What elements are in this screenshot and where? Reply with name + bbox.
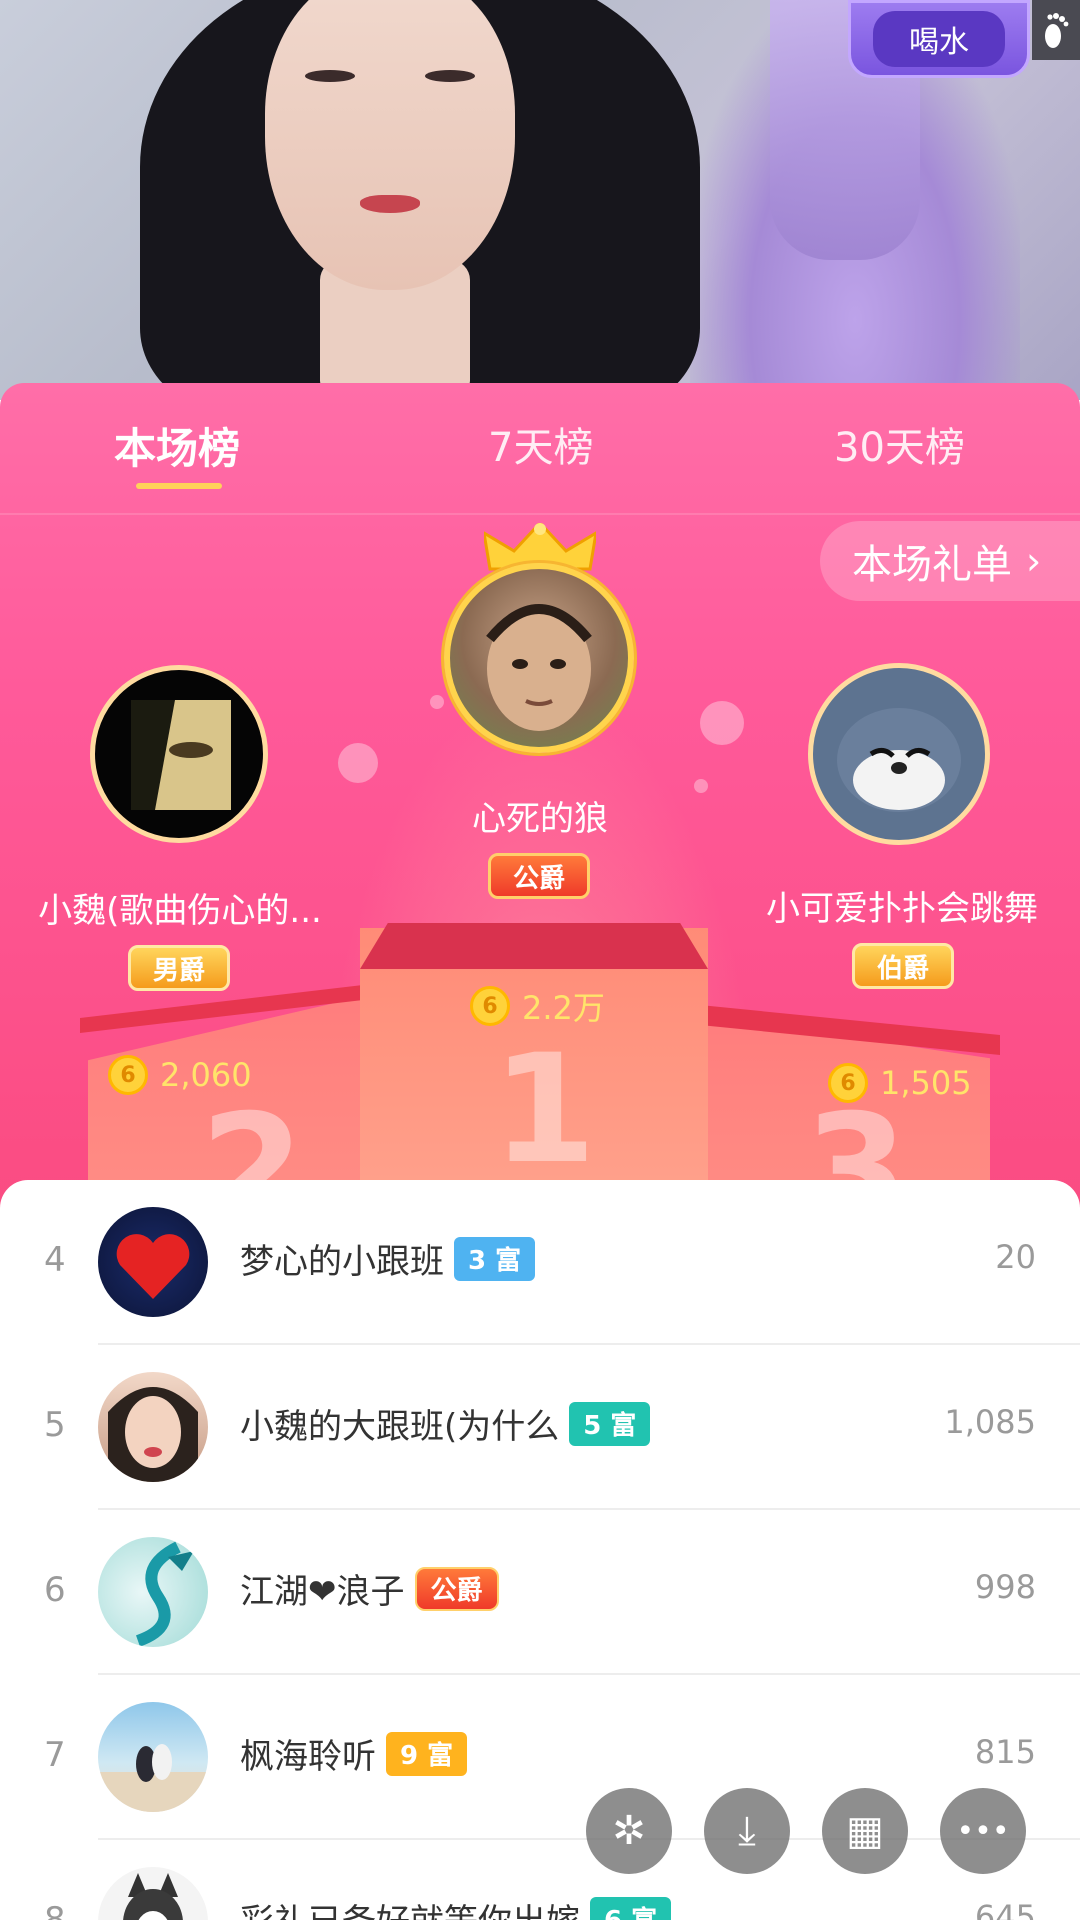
row-rank: 5 (44, 1405, 66, 1445)
row-score: 815 (974, 1733, 1036, 1771)
row-name: 彩礼已备好就等你出嫁 (240, 1894, 580, 1920)
second-place-avatar[interactable] (90, 665, 268, 843)
row-avatar[interactable] (98, 1537, 208, 1647)
coin-icon: 6 (470, 986, 510, 1026)
row-name-wrap: 梦心的小跟班 3 富 (240, 1234, 536, 1283)
first-place-avatar-art (486, 604, 592, 731)
download-icon: ⤓ (738, 1808, 756, 1854)
third-place-coins: 6 1,505 (828, 1063, 972, 1103)
row-rank: 8 (44, 1900, 66, 1920)
grid-icon: ▦ (846, 1808, 884, 1854)
footprint-icon[interactable] (1032, 0, 1080, 60)
second-place-avatar-art (131, 700, 231, 810)
row-avatar[interactable] (98, 1372, 208, 1482)
first-place-coin-value: 2.2万 (522, 989, 605, 1027)
share-icon: ✲ (612, 1808, 646, 1854)
gift-list-label: 本场礼单 (852, 542, 1012, 588)
water-button-label: 喝水 (873, 11, 1005, 67)
first-place-name: 心死的狼 (472, 799, 608, 839)
list-item[interactable]: 8 彩礼已备好就等你出嫁 6 富 645 (0, 1840, 1080, 1920)
second-place-name: 小魏(歌曲伤心的... (38, 891, 322, 931)
gift-list-button[interactable]: 本场礼单 › (820, 521, 1080, 601)
dragon-avatar-art (135, 1541, 194, 1647)
title-badge-tag: 公爵 (414, 1566, 499, 1611)
podium-first-top (360, 923, 708, 969)
beach-avatar-art (98, 1744, 208, 1812)
sparkle (430, 695, 444, 709)
list-item[interactable]: 7 枫海聆听 9 富 815 (0, 1675, 1080, 1840)
row-rank: 4 (44, 1240, 66, 1280)
row-score: 1,085 (944, 1403, 1036, 1441)
third-place-title-badge: 伯爵 (852, 943, 955, 989)
tab-30-days[interactable]: 30天榜 (834, 415, 965, 473)
share-button[interactable]: ✲ (586, 1788, 672, 1874)
more-button[interactable]: ••• (940, 1788, 1026, 1874)
row-name: 梦心的小跟班 (240, 1242, 444, 1282)
third-place-name: 小可爱扑扑会跳舞 (766, 889, 1038, 929)
heart-avatar-art (116, 1234, 190, 1299)
list-item[interactable]: 4 梦心的小跟班 3 富 20 (0, 1180, 1080, 1345)
first-place-title-badge: 公爵 (488, 853, 591, 899)
row-name: 江湖❤浪子 (240, 1572, 405, 1612)
row-name-wrap: 小魏的大跟班(为什么 5 富 (240, 1399, 651, 1448)
first-place-coins: 6 2.2万 (470, 983, 605, 1029)
more-icon: ••• (956, 1813, 1010, 1849)
row-name-wrap: 江湖❤浪子 公爵 (240, 1564, 499, 1613)
row-score: 998 (974, 1568, 1036, 1606)
row-avatar[interactable] (98, 1867, 208, 1920)
third-place-coin-value: 1,505 (880, 1064, 972, 1102)
wealth-level-tag: 9 富 (386, 1731, 468, 1776)
footprint-svg (1045, 13, 1069, 48)
streamer-lips (360, 195, 420, 213)
wealth-level-tag: 3 富 (454, 1236, 536, 1281)
sparkle (700, 701, 744, 745)
streamer-face (265, 0, 515, 290)
husky-avatar-art (123, 1873, 183, 1920)
row-rank: 6 (44, 1570, 66, 1610)
row-score: 20 (995, 1238, 1036, 1276)
list-item[interactable]: 5 小魏的大跟班(为什么 5 富 1,085 (0, 1345, 1080, 1510)
ranking-tabs: 本场榜 7天榜 30天榜 (0, 383, 1080, 513)
coin-icon: 6 (828, 1063, 868, 1103)
row-name-wrap: 彩礼已备好就等你出嫁 6 富 (240, 1894, 672, 1920)
active-tab-indicator (136, 483, 222, 489)
water-button[interactable]: 喝水 (848, 0, 1030, 78)
row-avatar[interactable] (98, 1207, 208, 1317)
wealth-level-tag: 6 富 (590, 1896, 672, 1920)
streamer-eye-left (305, 70, 355, 82)
row-score: 645 (974, 1898, 1036, 1920)
second-place-title-badge: 男爵 (128, 945, 231, 991)
tab-7-days[interactable]: 7天榜 (488, 415, 593, 473)
podium-number-1: 1 (492, 1023, 597, 1197)
first-place-avatar[interactable] (444, 563, 634, 753)
row-name: 枫海聆听 (240, 1737, 376, 1777)
second-place-coins: 6 2,060 (108, 1055, 252, 1095)
third-place-avatar-art (837, 708, 961, 812)
row-name: 小魏的大跟班(为什么 (240, 1407, 560, 1447)
coin-icon: 6 (108, 1055, 148, 1095)
row-rank: 7 (44, 1735, 66, 1775)
streamer-eye-right (425, 70, 475, 82)
woman-avatar-art (108, 1387, 198, 1482)
third-place-avatar[interactable] (808, 663, 990, 845)
list-item[interactable]: 6 江湖❤浪子 公爵 998 (0, 1510, 1080, 1675)
live-video[interactable]: 喝水 (0, 0, 1080, 400)
sparkle (694, 779, 708, 793)
tabs-divider (0, 513, 1080, 515)
row-name-wrap: 枫海聆听 9 富 (240, 1729, 468, 1778)
chevron-right-icon: › (1026, 539, 1042, 583)
second-place-coin-value: 2,060 (160, 1056, 252, 1094)
grid-menu-button[interactable]: ▦ (822, 1788, 908, 1874)
sparkle (338, 743, 378, 783)
row-avatar[interactable] (98, 1702, 208, 1812)
wealth-level-tag: 5 富 (569, 1401, 651, 1446)
ranking-list[interactable]: 4 梦心的小跟班 3 富 20 5 小魏的大跟班(为什么 5 富 1,085 6… (0, 1180, 1080, 1920)
tab-this-session[interactable]: 本场榜 (114, 415, 240, 476)
download-button[interactable]: ⤓ (704, 1788, 790, 1874)
